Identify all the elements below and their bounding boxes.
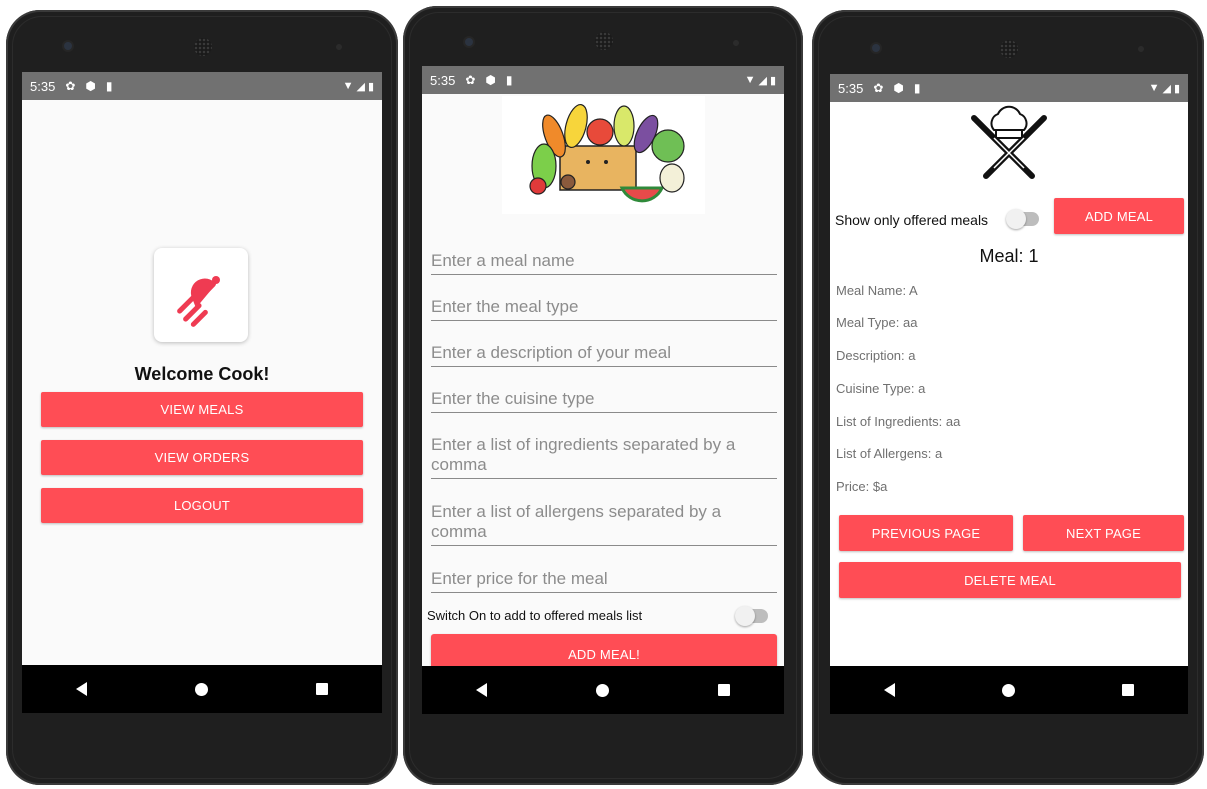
meal-description-text: Description: a bbox=[836, 348, 916, 363]
view-meals-button[interactable]: VIEW MEALS bbox=[41, 392, 363, 427]
settings-icon: ✿ bbox=[873, 81, 884, 95]
front-camera bbox=[64, 42, 72, 50]
navigation-bar bbox=[830, 666, 1188, 714]
screen-meal-list: 5:35 ✿ ⬢ ▮ ▼ ◢ ▮ Show only offered meals… bbox=[830, 74, 1188, 714]
status-time: 5:35 bbox=[430, 72, 456, 88]
battery-icon: ▮ bbox=[769, 74, 776, 87]
home-icon[interactable] bbox=[1001, 683, 1015, 697]
phone-frame-cook-home: 5:35 ✿ ⬢ ▮ ▼ ◢ ▮ Welcome Cook! VIEW MEAL… bbox=[6, 10, 398, 785]
navigation-bar bbox=[22, 665, 382, 713]
chef-knives-logo-icon bbox=[971, 105, 1047, 179]
ingredients-text: List of Ingredients: aa bbox=[836, 414, 961, 429]
meal-name-input[interactable]: Enter a meal name bbox=[431, 251, 777, 275]
wifi-icon: ▼ bbox=[744, 74, 756, 86]
next-page-button[interactable]: NEXT PAGE bbox=[1023, 515, 1184, 551]
front-camera bbox=[872, 44, 880, 52]
recent-apps-icon[interactable] bbox=[316, 683, 328, 695]
welcome-heading: Welcome Cook! bbox=[134, 364, 270, 384]
status-bar: 5:35 ✿ ⬢ ▮ ▼ ◢ ▮ bbox=[22, 72, 382, 100]
back-icon[interactable] bbox=[883, 683, 895, 697]
vegetable-basket-illustration bbox=[529, 103, 685, 203]
earpiece-speaker bbox=[1000, 40, 1018, 58]
sd-card-icon: ▮ bbox=[913, 81, 921, 95]
price-input[interactable]: Enter price for the meal bbox=[431, 569, 777, 593]
recent-apps-icon[interactable] bbox=[1122, 684, 1135, 696]
cell-signal-icon: ◢ bbox=[758, 74, 767, 87]
app-logo bbox=[154, 248, 248, 342]
back-icon[interactable] bbox=[76, 682, 87, 696]
allergens-text: List of Allergens: a bbox=[836, 446, 943, 461]
offered-switch-label: Switch On to add to offered meals list bbox=[427, 608, 643, 623]
phone-frame-add-meal: 5:35 ✿ ⬢ ▮ ▼ ◢ ▮ Enter a meal name Enter… bbox=[403, 6, 803, 785]
meal-number-heading: Meal: 1 bbox=[979, 246, 1039, 266]
delete-meal-button[interactable]: DELETE MEAL bbox=[839, 562, 1181, 598]
recent-apps-icon[interactable] bbox=[717, 684, 730, 696]
view-orders-button[interactable]: VIEW ORDERS bbox=[41, 440, 363, 475]
switch-knob bbox=[735, 606, 755, 626]
previous-page-button[interactable]: PREVIOUS PAGE bbox=[839, 515, 1013, 551]
status-time: 5:35 bbox=[30, 78, 56, 94]
offered-filter-label: Show only offered meals bbox=[835, 212, 989, 228]
cuisine-type-input[interactable]: Enter the cuisine type bbox=[431, 389, 777, 413]
cell-signal-icon: ◢ bbox=[356, 80, 365, 93]
status-time: 5:35 bbox=[838, 80, 864, 96]
battery-icon: ▮ bbox=[367, 80, 374, 93]
delivery-logo-icon bbox=[177, 276, 220, 327]
wifi-icon: ▼ bbox=[1148, 82, 1160, 94]
earpiece-speaker bbox=[595, 32, 613, 50]
cell-signal-icon: ◢ bbox=[1162, 82, 1171, 95]
back-icon[interactable] bbox=[476, 683, 488, 697]
meal-name-text: Meal Name: A bbox=[836, 283, 918, 298]
meal-type-text: Meal Type: aa bbox=[836, 315, 918, 330]
switch-knob bbox=[1006, 209, 1026, 229]
screen-add-meal: 5:35 ✿ ⬢ ▮ ▼ ◢ ▮ Enter a meal name Enter… bbox=[422, 66, 784, 714]
settings-icon: ✿ bbox=[465, 73, 476, 87]
sd-card-icon: ▮ bbox=[105, 79, 113, 93]
proximity-sensor bbox=[1138, 46, 1144, 52]
shield-icon: ⬢ bbox=[485, 73, 496, 87]
meal-description-input[interactable]: Enter a description of your meal bbox=[431, 343, 777, 367]
offered-meal-switch[interactable] bbox=[735, 606, 768, 626]
shield-icon: ⬢ bbox=[893, 81, 904, 95]
allergens-input[interactable]: Enter a list of allergens separated by a… bbox=[431, 502, 777, 546]
meal-type-input[interactable]: Enter the meal type bbox=[431, 297, 777, 321]
earpiece-speaker bbox=[194, 38, 212, 56]
wifi-icon: ▼ bbox=[342, 80, 354, 92]
offered-filter-switch[interactable] bbox=[1006, 209, 1039, 229]
proximity-sensor bbox=[733, 40, 739, 46]
home-icon[interactable] bbox=[595, 683, 609, 697]
ingredients-input[interactable]: Enter a list of ingredients separated by… bbox=[431, 435, 777, 479]
logout-button[interactable]: LOGOUT bbox=[41, 488, 363, 523]
settings-icon: ✿ bbox=[65, 79, 76, 93]
add-meal-button[interactable]: ADD MEAL bbox=[1054, 198, 1184, 234]
shield-icon: ⬢ bbox=[85, 79, 96, 93]
navigation-bar bbox=[422, 666, 784, 714]
cuisine-type-text: Cuisine Type: a bbox=[836, 381, 926, 396]
front-camera bbox=[465, 38, 473, 46]
status-bar: 5:35 ✿ ⬢ ▮ ▼ ◢ ▮ bbox=[830, 74, 1188, 102]
proximity-sensor bbox=[336, 44, 342, 50]
screen-cook-home: 5:35 ✿ ⬢ ▮ ▼ ◢ ▮ Welcome Cook! VIEW MEAL… bbox=[22, 72, 382, 713]
vegetable-basket-image bbox=[502, 96, 705, 214]
sd-card-icon: ▮ bbox=[505, 73, 513, 87]
price-text: Price: $a bbox=[836, 479, 888, 494]
home-icon[interactable] bbox=[195, 682, 208, 696]
phone-frame-meal-list: 5:35 ✿ ⬢ ▮ ▼ ◢ ▮ Show only offered meals… bbox=[812, 10, 1204, 785]
status-bar: 5:35 ✿ ⬢ ▮ ▼ ◢ ▮ bbox=[422, 66, 784, 94]
battery-icon: ▮ bbox=[1173, 82, 1180, 95]
